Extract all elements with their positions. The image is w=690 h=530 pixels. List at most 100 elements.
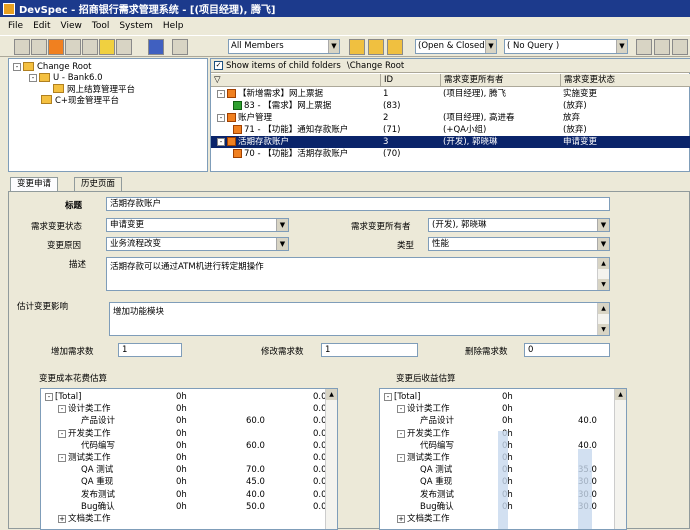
query-select[interactable]: ( No Query ) ▼ <box>504 39 628 54</box>
user-add-icon[interactable] <box>349 39 365 55</box>
collapse-icon[interactable]: - <box>58 429 66 438</box>
owner-select[interactable]: (开发), 郭晓琳 ▼ <box>428 218 610 232</box>
collapse-icon[interactable]: - <box>397 405 405 414</box>
folder-tree[interactable]: - Change Root -U - Bank6.0 网上结算管理平台 C+现金管… <box>8 58 208 172</box>
scroll-up-icon[interactable]: ▲ <box>598 258 609 269</box>
tab-change-request[interactable]: 变更申请 <box>10 177 59 192</box>
menu-file[interactable]: File <box>3 21 28 31</box>
open-folder-icon[interactable] <box>14 39 30 55</box>
benefit-estimate-grid[interactable]: -[Total]0h-设计类工作0h产品设计0h40.0-开发类工作0h代码编写… <box>379 388 627 530</box>
col-status-header[interactable]: 需求变更状态 <box>561 74 690 87</box>
list-icon[interactable] <box>65 39 81 55</box>
list-row[interactable]: 71 - 【功能】通知存款账户 (71) (+QA小组) (放弃) <box>211 124 690 136</box>
chevron-down-icon[interactable]: ▼ <box>485 40 496 53</box>
show-child-checkbox[interactable]: ✓ <box>214 61 223 70</box>
collapse-icon[interactable]: + <box>58 515 66 523</box>
benefit-scrollbar[interactable]: ▲ <box>614 389 626 529</box>
find-next-icon[interactable] <box>654 39 670 55</box>
list-row[interactable]: - 账户管理 2 (项目经理), 高进春 放弃 <box>211 112 690 124</box>
estimate-row[interactable]: - [Total] 0h 0.0 <box>41 391 337 403</box>
binoculars-icon[interactable] <box>636 39 652 55</box>
user-delete-icon[interactable] <box>387 39 403 55</box>
menu-help[interactable]: Help <box>158 21 189 31</box>
estimate-row[interactable]: 代码编写 0h 60.0 0.0 <box>41 440 337 452</box>
col-id-header[interactable]: ID <box>381 74 441 87</box>
collapse-icon[interactable]: - <box>217 114 225 122</box>
estimate-row[interactable]: QA 重现 0h 45.0 0.0 <box>41 476 337 488</box>
title-input[interactable]: 活期存款账户 <box>106 197 610 211</box>
scroll-up-icon[interactable]: ▲ <box>615 389 626 400</box>
estimate-row[interactable]: - 设计类工作 0h <box>380 403 626 415</box>
impact-scrollbar[interactable]: ▲ ▼ <box>597 303 609 335</box>
collapse-icon[interactable]: - <box>29 73 37 82</box>
col-title-header[interactable]: ▽ <box>211 74 381 87</box>
members-select[interactable]: All Members ▼ <box>228 39 340 54</box>
menu-view[interactable]: View <box>56 21 87 31</box>
chevron-down-icon[interactable]: ▼ <box>276 238 288 250</box>
scroll-up-icon[interactable]: ▲ <box>326 389 337 400</box>
estimate-row[interactable]: 产品设计 0h 40.0 <box>380 415 626 427</box>
cost-scrollbar[interactable]: ▲ <box>325 389 337 529</box>
list-row[interactable]: 83 - 【需求】网上票据 (83) (放弃) <box>211 100 690 112</box>
impact-textarea[interactable]: 增加功能模块 ▲ ▼ <box>109 302 610 336</box>
scroll-up-icon[interactable]: ▲ <box>598 303 609 314</box>
collapse-icon[interactable]: - <box>384 393 392 401</box>
collapse-icon[interactable]: - <box>397 429 405 438</box>
user-edit-icon[interactable] <box>368 39 384 55</box>
change-icon[interactable] <box>48 39 64 55</box>
collapse-icon[interactable]: - <box>58 405 66 414</box>
menu-system[interactable]: System <box>114 21 158 31</box>
chart-icon[interactable] <box>82 39 98 55</box>
estimate-row[interactable]: 发布测试 0h 40.0 0.0 <box>41 489 337 501</box>
report-icon[interactable] <box>99 39 115 55</box>
tree-child-cash[interactable]: C+现金管理平台 <box>41 94 119 106</box>
tab-history[interactable]: 历史页面 <box>74 177 123 191</box>
collapse-icon[interactable]: + <box>397 515 405 523</box>
chevron-down-icon[interactable]: ▼ <box>616 40 627 53</box>
collapse-icon[interactable]: - <box>217 90 225 98</box>
estimate-row[interactable]: + 文档类工作 <box>41 513 337 525</box>
reason-select[interactable]: 业务流程改变 ▼ <box>106 237 289 251</box>
estimate-row[interactable]: - 开发类工作 0h 0.0 <box>41 428 337 440</box>
list-row[interactable]: - 活期存款账户 3 (开发), 郭晓琳 申请变更 <box>211 136 690 148</box>
scroll-down-icon[interactable]: ▼ <box>598 324 609 335</box>
chevron-down-icon[interactable]: ▼ <box>276 219 288 231</box>
del-count-input[interactable]: 0 <box>524 343 610 357</box>
filter-icon[interactable] <box>672 39 688 55</box>
list-row[interactable]: 70 - 【功能】活期存款账户 (70) <box>211 148 690 160</box>
menu-edit[interactable]: Edit <box>28 21 55 31</box>
cost-estimate-grid[interactable]: - [Total] 0h 0.0- 设计类工作 0h 0.0 产品设计 0h 60.0 0.0- 开发… <box>40 388 338 530</box>
collapse-icon[interactable]: - <box>58 454 66 462</box>
menu-tool[interactable]: Tool <box>87 21 114 31</box>
estimate-row[interactable]: - 测试类工作 0h 0.0 <box>41 452 337 464</box>
collapse-icon[interactable]: - <box>13 62 21 71</box>
status-select[interactable]: 申请变更 ▼ <box>106 218 289 232</box>
estimate-row[interactable]: 产品设计 0h 60.0 0.0 <box>41 415 337 427</box>
chevron-down-icon[interactable]: ▼ <box>328 40 339 53</box>
status-filter-select[interactable]: (Open & Closed) ▼ <box>415 39 497 54</box>
chevron-down-icon[interactable]: ▼ <box>597 219 609 231</box>
scroll-down-icon[interactable]: ▼ <box>598 279 609 290</box>
collapse-icon[interactable]: - <box>217 138 225 146</box>
estimate-row[interactable]: - [Total] 0h <box>380 391 626 403</box>
tree-bank[interactable]: - U - Bank6.0 <box>29 72 103 83</box>
mod-count-input[interactable]: 1 <box>321 343 418 357</box>
tree-root[interactable]: - Change Root <box>13 61 92 72</box>
collapse-icon[interactable]: - <box>397 454 405 462</box>
estimate-row[interactable]: QA 测试 0h 70.0 0.0 <box>41 464 337 476</box>
add-count-input[interactable]: 1 <box>118 343 182 357</box>
estimate-row[interactable]: Bug确认 0h 50.0 0.0 <box>41 501 337 513</box>
doc-icon[interactable] <box>31 39 47 55</box>
globe-icon[interactable] <box>116 39 132 55</box>
desc-scrollbar[interactable]: ▲ ▼ <box>597 258 609 290</box>
save-icon[interactable] <box>148 39 164 55</box>
print-icon[interactable] <box>172 39 188 55</box>
col-owner-header[interactable]: 需求变更所有者 <box>441 74 561 87</box>
type-select[interactable]: 性能 ▼ <box>428 237 610 251</box>
desc-textarea[interactable]: 活期存款可以通过ATM机进行转定期操作 ▲ ▼ <box>106 257 610 291</box>
tree-child-settlement[interactable]: 网上结算管理平台 <box>53 83 135 95</box>
collapse-icon[interactable]: - <box>45 393 53 401</box>
chevron-down-icon[interactable]: ▼ <box>597 238 609 250</box>
list-row[interactable]: - 【新增需求】网上票据 1 (项目经理), 腾飞 实施变更 <box>211 88 690 100</box>
estimate-row[interactable]: - 设计类工作 0h 0.0 <box>41 403 337 415</box>
